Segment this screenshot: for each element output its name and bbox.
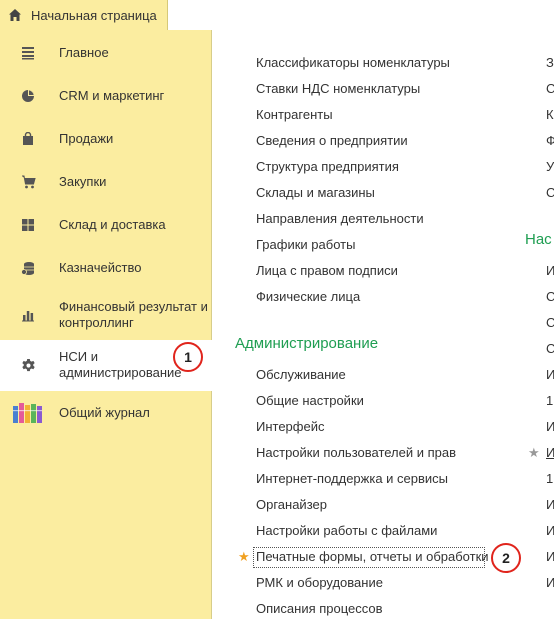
sidebar-item-label-line1: Финансовый результат и [59,299,208,314]
tab-home-label: Начальная страница [31,7,157,23]
link-interface[interactable]: Интерфейс [256,419,324,435]
link-nomenclature-classifiers[interactable]: Классификаторы номенклатуры [256,55,450,71]
right-link-truncated[interactable]: Ф [546,133,554,149]
sidebar-item-label: Продажи [59,131,114,146]
sidebar-item-purchases[interactable]: Закупки [0,169,212,195]
sidebar-item-financial-result[interactable]: Финансовый результат и контроллинг [0,296,212,334]
link-print-forms-reports[interactable]: Печатные формы, отчеты и обработки [256,549,489,565]
right-link-truncated[interactable]: И [546,367,554,383]
link-business-lines[interactable]: Направления деятельности [256,211,424,227]
link-signatories[interactable]: Лица с правом подписи [256,263,398,279]
link-counterparties[interactable]: Контрагенты [256,107,333,123]
right-link-truncated[interactable]: И [546,445,554,461]
sidebar: Главное CRM и маркетинг Продажи Закупки … [0,30,212,619]
sidebar-item-label: Главное [59,45,109,60]
link-individuals[interactable]: Физические лица [256,289,360,305]
link-maintenance[interactable]: Обслуживание [256,367,346,383]
menu-lines-icon [20,45,36,61]
right-link-truncated[interactable]: И [546,419,554,435]
sidebar-item-label: Казначейство [59,260,142,275]
link-internet-support[interactable]: Интернет-поддержка и сервисы [256,471,448,487]
gear-icon [20,358,36,374]
sidebar-item-label: Склад и доставка [59,217,166,232]
pie-chart-icon [20,88,36,104]
sidebar-item-main[interactable]: Главное [0,40,212,66]
coins-icon [20,260,36,276]
annotation-badge-2: 2 [491,543,521,573]
right-link-truncated[interactable]: З [546,55,554,71]
right-link-truncated[interactable]: С [546,185,554,201]
right-link-truncated[interactable]: И [546,263,554,279]
tab-home-page[interactable]: Начальная страница [0,0,168,30]
sidebar-item-warehouse[interactable]: Склад и доставка [0,212,212,238]
sidebar-item-general-journal[interactable]: Общий журнал [0,400,212,426]
right-link-truncated[interactable]: И [546,549,554,565]
right-link-truncated[interactable]: 1 [546,471,553,487]
sidebar-item-label-line2: администрирование [59,365,182,380]
shopping-bag-icon [20,131,36,147]
warehouse-grid-icon [20,217,36,233]
link-process-descriptions[interactable]: Описания процессов [256,601,383,617]
right-link-truncated[interactable]: 1 [546,393,553,409]
sidebar-item-label: Закупки [59,174,107,189]
right-link-truncated[interactable]: И [546,523,554,539]
right-link-truncated[interactable]: С [546,81,554,97]
sidebar-item-label: CRM и маркетинг [59,88,165,103]
section-title-truncated: Нас [525,231,552,248]
sidebar-item-treasury[interactable]: Казначейство [0,255,212,281]
link-pos-equipment[interactable]: РМК и оборудование [256,575,383,591]
link-company-info[interactable]: Сведения о предприятии [256,133,408,149]
favorite-star-icon[interactable]: ★ [528,446,540,460]
link-file-settings[interactable]: Настройки работы с файлами [256,523,437,539]
right-link-truncated[interactable]: С [546,289,554,305]
bar-chart-icon [20,307,36,323]
link-work-schedules[interactable]: Графики работы [256,237,355,253]
right-link-truncated[interactable]: И [546,497,554,513]
cart-icon [20,174,36,190]
sidebar-item-sales[interactable]: Продажи [0,126,212,152]
right-link-truncated[interactable]: У [546,159,554,175]
link-user-rights-settings[interactable]: Настройки пользователей и прав [256,445,456,461]
link-warehouses-stores[interactable]: Склады и магазины [256,185,375,201]
home-icon [9,9,21,21]
link-company-structure[interactable]: Структура предприятия [256,159,399,175]
annotation-badge-1: 1 [173,342,203,372]
sidebar-item-label-line1: НСИ и [59,349,98,364]
right-link-truncated[interactable]: К [546,107,554,123]
link-vat-rates[interactable]: Ставки НДС номенклатуры [256,81,420,97]
sidebar-item-label: Общий журнал [59,405,150,420]
sidebar-item-label-line2: контроллинг [59,315,134,330]
sidebar-item-crm[interactable]: CRM и маркетинг [0,83,212,109]
link-organizer[interactable]: Органайзер [256,497,327,513]
right-link-truncated[interactable]: С [546,315,554,331]
favorite-star-icon[interactable]: ★ [238,550,250,564]
link-general-settings[interactable]: Общие настройки [256,393,364,409]
journal-books-icon [12,402,44,424]
right-link-truncated[interactable]: И [546,575,554,591]
section-title-administration: Администрирование [235,335,379,352]
right-link-truncated[interactable]: С [546,341,554,357]
